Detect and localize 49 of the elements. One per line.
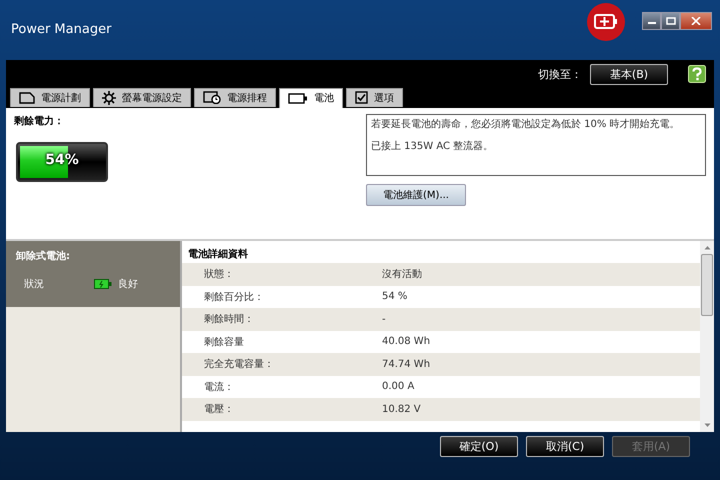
- detail-label: 狀態：: [203, 268, 235, 282]
- maximize-icon: [666, 17, 676, 25]
- detail-label: 剩餘容量: [203, 336, 245, 349]
- tab[interactable]: 電池: [279, 88, 343, 108]
- dialog-button[interactable]: 確定(O): [440, 436, 518, 458]
- scrollbar[interactable]: [700, 241, 714, 432]
- tab[interactable]: 電源計劃: [10, 88, 90, 107]
- battery-maintenance-button[interactable]: 電池維護(M)...: [366, 184, 466, 206]
- close-icon: [691, 17, 701, 25]
- status-label: 狀況: [24, 278, 44, 292]
- close-button[interactable]: [680, 12, 712, 30]
- detail-label: 剩餘百分比：: [203, 290, 265, 304]
- battery-charging-icon: [94, 279, 112, 290]
- status-value: 良好: [118, 278, 138, 292]
- info-text: 已接上 135W AC 整流器。: [371, 140, 494, 153]
- battery-logo-icon: [586, 2, 626, 42]
- battery-icon: [288, 92, 308, 104]
- maximize-button[interactable]: [661, 12, 680, 30]
- gear-icon: [102, 90, 116, 105]
- details-title: 電池詳細資料: [187, 248, 249, 262]
- basic-mode-button[interactable]: 基本(B): [590, 64, 668, 85]
- switch-label: 切換至：: [538, 66, 582, 82]
- clock-screen-icon: [203, 91, 221, 104]
- detail-value: 10.82 V: [382, 404, 421, 415]
- tab[interactable]: 選項: [346, 88, 403, 107]
- detail-value: 40.08 Wh: [382, 336, 430, 348]
- info-text: 若要延長電池的壽命，您必須將電池設定為低於 10% 時才開始充電。: [371, 118, 681, 131]
- minimize-button[interactable]: [642, 12, 661, 30]
- scrollbar-thumb[interactable]: [701, 254, 713, 316]
- dialog-button[interactable]: 取消(C): [526, 436, 604, 458]
- help-icon[interactable]: [688, 65, 706, 84]
- detail-value: 0.00 A: [382, 381, 414, 392]
- remaining-power-label: 剩餘電力：: [14, 114, 65, 128]
- detail-value: 54 %: [382, 291, 408, 302]
- detail-label: 電流：: [203, 380, 235, 394]
- scroll-up-icon[interactable]: [704, 245, 710, 250]
- checkbox-icon: [355, 91, 368, 104]
- detail-label: 電壓：: [203, 403, 235, 416]
- detail-value: -: [382, 314, 386, 325]
- detail-value: 74.74 Wh: [382, 358, 430, 370]
- window-title: Power Manager: [11, 22, 112, 37]
- scroll-down-icon[interactable]: [704, 423, 710, 428]
- removable-battery-title: 卸除式電池:: [16, 250, 71, 264]
- page-icon: [19, 92, 35, 104]
- detail-value: 沒有活動: [382, 268, 422, 282]
- detail-label: 完全充電容量：: [203, 358, 275, 372]
- detail-label: 剩餘時間：: [203, 312, 255, 326]
- tab[interactable]: 螢幕電源設定: [93, 88, 191, 107]
- tab[interactable]: 電源排程: [194, 88, 276, 107]
